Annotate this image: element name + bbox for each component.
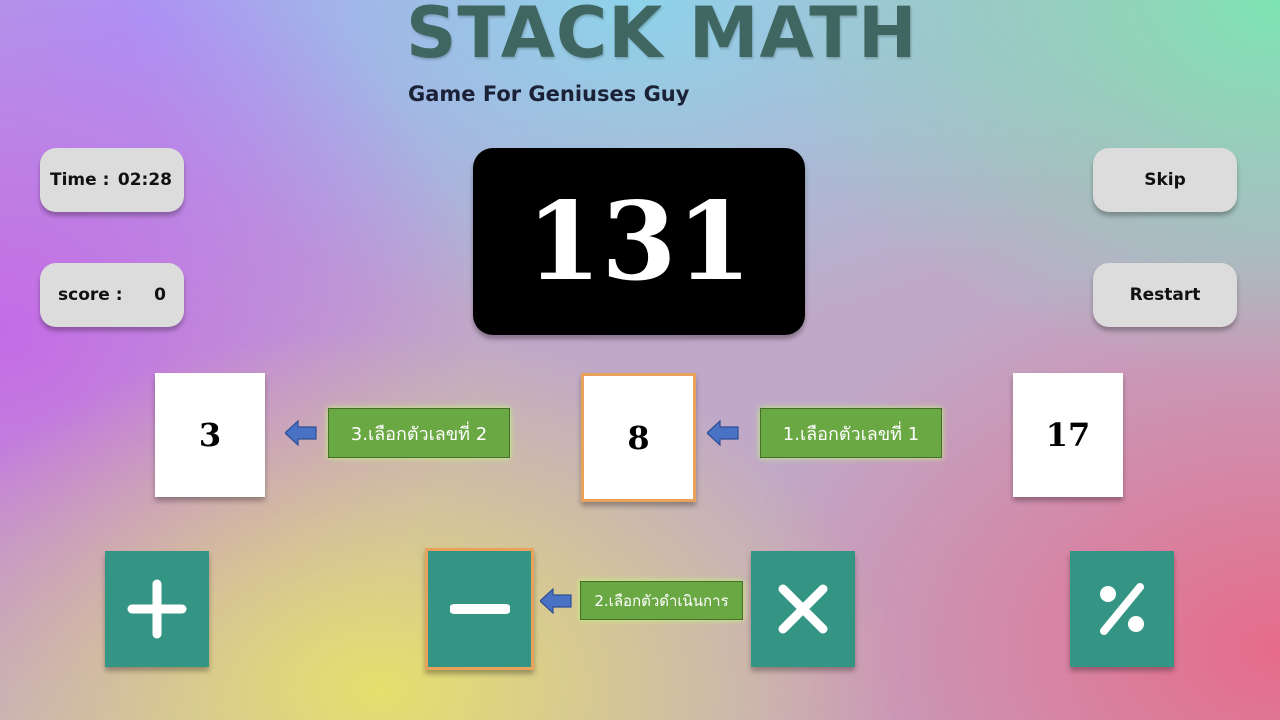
number-card-2[interactable]: 8 [581, 373, 696, 502]
number-card-1[interactable]: 3 [155, 373, 265, 497]
left-arrow-icon [707, 420, 739, 446]
plus-icon [127, 579, 187, 639]
restart-button[interactable]: Restart [1093, 263, 1237, 327]
percent-icon [1100, 583, 1144, 635]
left-arrow-icon [285, 420, 317, 446]
timer-display: Time : 02:28 [40, 148, 184, 212]
score-label: score : [58, 285, 123, 305]
number-card-3[interactable]: 17 [1013, 373, 1123, 497]
game-title: STACK MATH [406, 0, 918, 74]
game-subtitle: Game For Geniuses Guy [408, 82, 690, 106]
times-button[interactable] [751, 551, 855, 667]
skip-button[interactable]: Skip [1093, 148, 1237, 212]
target-number: 131 [473, 148, 805, 335]
minus-icon [449, 604, 510, 614]
times-icon [778, 584, 828, 634]
minus-button[interactable] [425, 548, 534, 670]
time-label: Time : [50, 170, 110, 190]
hint-step-3: 3.เลือกตัวเลขที่ 2 [328, 408, 510, 458]
plus-button[interactable] [105, 551, 209, 667]
score-value: 0 [154, 285, 166, 305]
percent-button[interactable] [1070, 551, 1174, 667]
hint-step-1: 1.เลือกตัวเลขที่ 1 [760, 408, 942, 458]
score-display: score : 0 [40, 263, 184, 327]
left-arrow-icon [540, 588, 572, 614]
time-value: 02:28 [117, 170, 172, 190]
hint-step-2: 2.เลือกตัวดำเนินการ [580, 581, 743, 620]
